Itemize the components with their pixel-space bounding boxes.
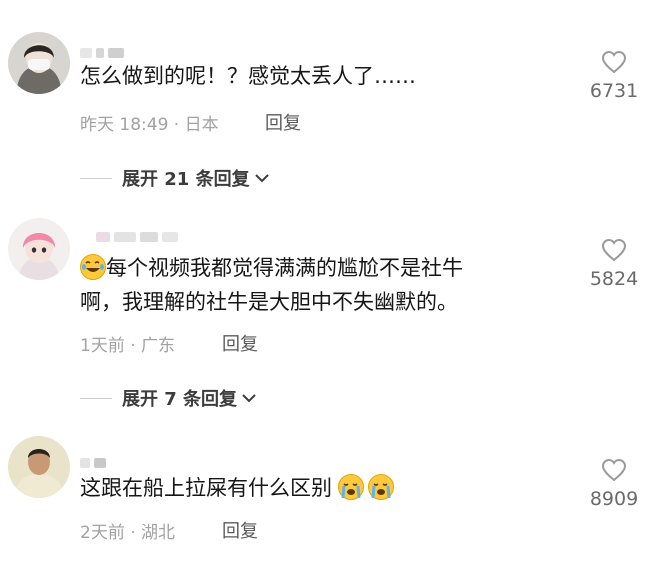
avatar[interactable] xyxy=(8,436,70,498)
username[interactable] xyxy=(80,452,110,468)
comment-meta: 2天前 · 湖北 xyxy=(80,523,176,543)
comment-text: 这跟在船上拉屎有什么区别 xyxy=(80,470,394,506)
cry-emoji xyxy=(338,474,364,500)
cry-emoji xyxy=(368,474,394,500)
reply-button[interactable]: 回复 xyxy=(222,517,258,543)
heart-outline-icon xyxy=(601,458,627,482)
like-button[interactable]: 8909 xyxy=(584,458,644,510)
comment-3: 这跟在船上拉屎有什么区别 2天前 · 湖北 回复 8909 xyxy=(0,0,662,572)
comment-text-body: 这跟在船上拉屎有什么区别 xyxy=(80,476,332,500)
like-count: 8909 xyxy=(589,488,639,510)
